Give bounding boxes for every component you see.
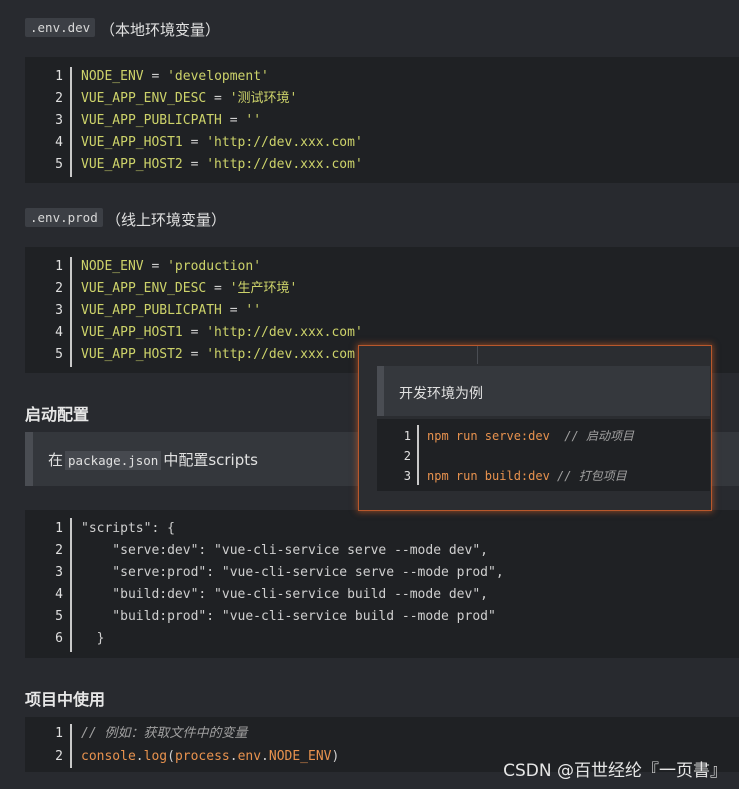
dev-code-block: 1 NODE_ENV = 'development' 2 VUE_APP_ENV_D…: [25, 57, 739, 183]
scripts-code-block: 1 "scripts": { 2 "serve:dev": "vue-cli-se…: [25, 510, 739, 658]
overlay-snippet: 开发环境为例 1 npm run serve:dev // 启动项目 2 3 npm…: [358, 345, 712, 511]
overlay-quote: 开发环境为例: [377, 366, 710, 416]
quote-inline-code: package.json: [65, 451, 162, 470]
usage-heading: 项目中使用: [25, 690, 106, 709]
overlay-code-block: 1 npm run serve:dev // 启动项目 2 3 npm run bu…: [377, 419, 710, 491]
dev-filename: .env.dev: [25, 18, 96, 37]
prod-note: （线上环境变量）: [106, 211, 227, 229]
quote-prefix: 在: [48, 451, 64, 469]
quote-suffix: 中配置scripts: [163, 451, 258, 469]
watermark: CSDN @百世经纶『一页書』: [503, 761, 727, 781]
startup-heading: 启动配置: [25, 405, 90, 424]
dev-note: （本地环境变量）: [100, 21, 221, 39]
prod-filename: .env.prod: [25, 208, 103, 227]
overlay-quote-text: 开发环境为例: [399, 386, 483, 402]
